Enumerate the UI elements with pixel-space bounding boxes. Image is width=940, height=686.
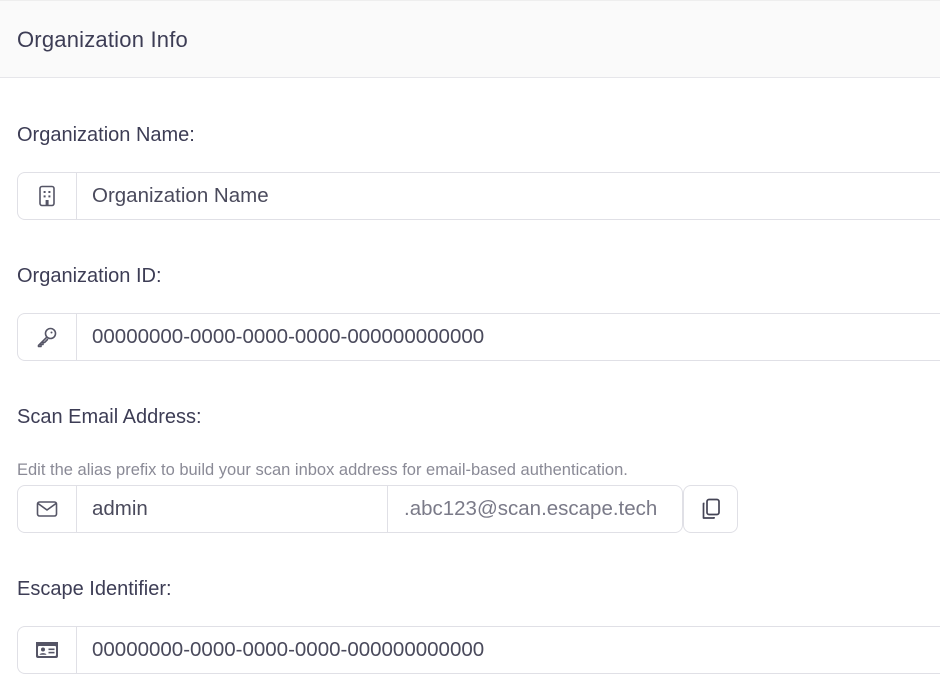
organization-id-label: Organization ID: (17, 265, 162, 287)
organization-name-field[interactable]: Organization Name (17, 172, 940, 220)
scan-email-field: .abc123@scan.escape.tech (17, 485, 683, 533)
scan-email-label: Scan Email Address: (17, 406, 202, 428)
copy-icon (701, 498, 721, 520)
key-icon (18, 314, 77, 360)
email-prefix-input[interactable] (77, 486, 387, 532)
section-header: Organization Info (0, 0, 940, 78)
copy-email-button[interactable] (683, 485, 738, 533)
escape-identifier-field[interactable]: 00000000-0000-0000-0000-000000000000 (17, 626, 940, 674)
email-domain-suffix: .abc123@scan.escape.tech (387, 486, 682, 532)
escape-identifier-label: Escape Identifier: (17, 578, 172, 600)
organization-name-value: Organization Name (92, 184, 269, 207)
organization-name-label: Organization Name: (17, 124, 195, 146)
scan-email-helper-text: Edit the alias prefix to build your scan… (17, 461, 628, 479)
building-icon (18, 173, 77, 219)
id-card-icon (18, 627, 77, 673)
organization-id-field[interactable]: 00000000-0000-0000-0000-000000000000 (17, 313, 940, 361)
section-title: Organization Info (17, 27, 188, 52)
mail-icon (18, 486, 77, 532)
organization-id-value: 00000000-0000-0000-0000-000000000000 (92, 325, 485, 348)
escape-identifier-value: 00000000-0000-0000-0000-000000000000 (92, 638, 485, 661)
